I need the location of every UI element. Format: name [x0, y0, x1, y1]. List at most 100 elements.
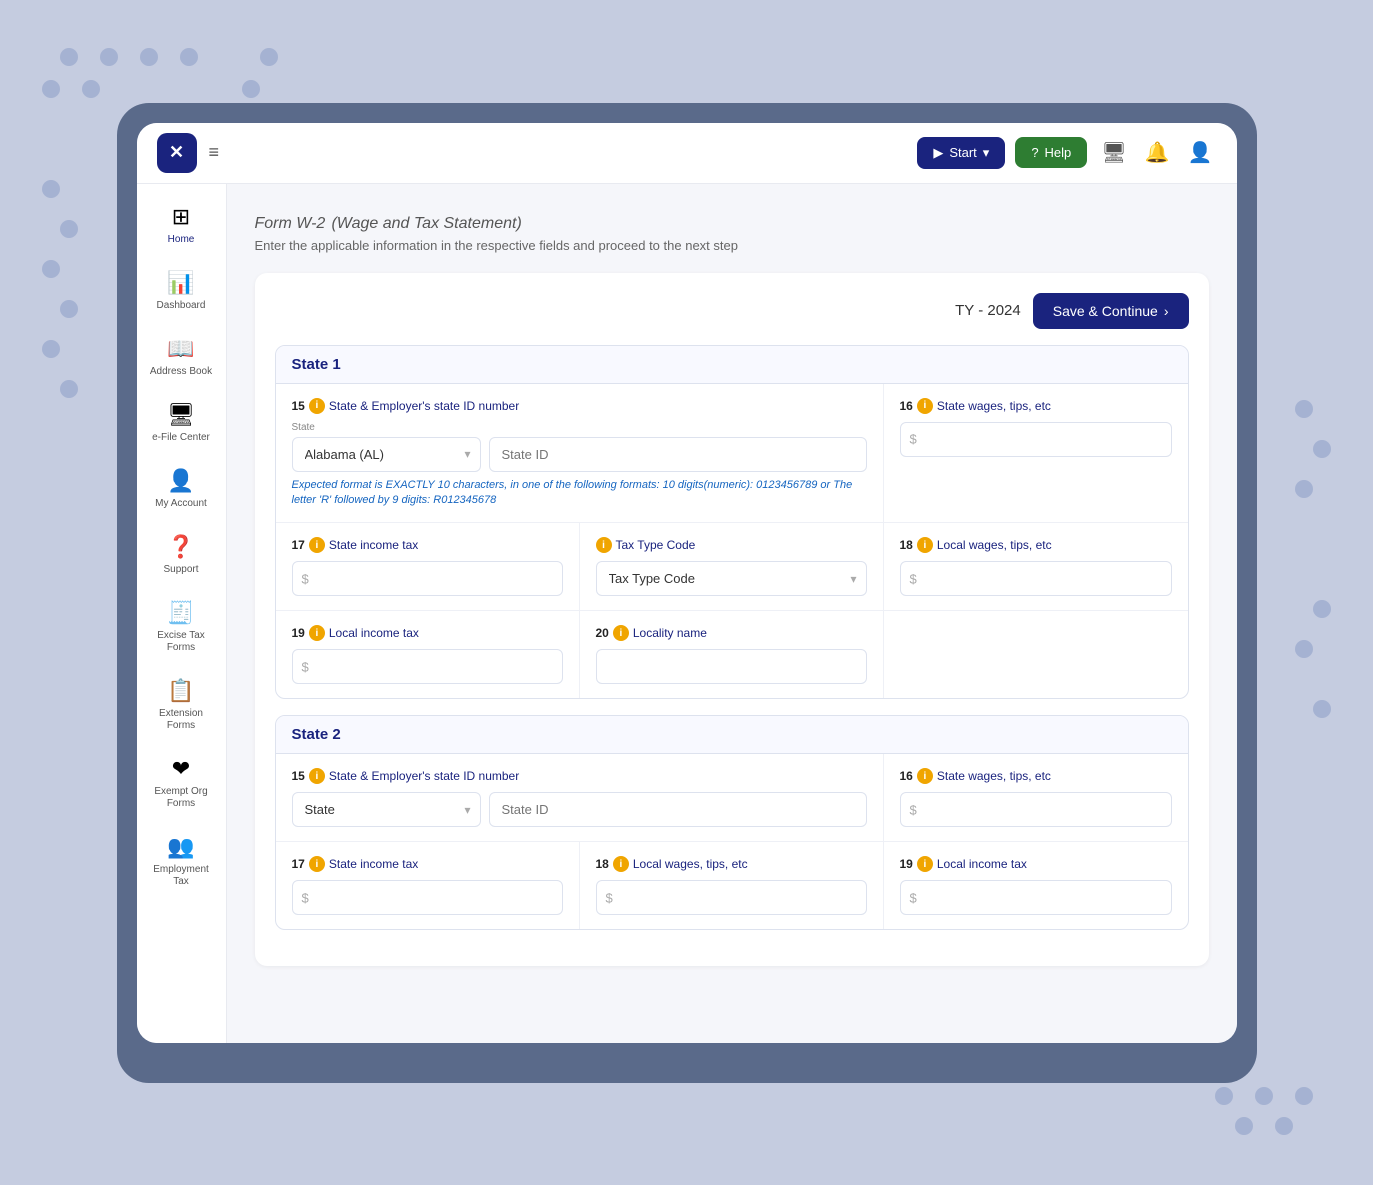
home-icon: ⊞ [172, 204, 190, 230]
sidebar-item-extension-forms[interactable]: 📋 Extension Forms [141, 668, 221, 742]
field15-info-icon[interactable]: i [309, 398, 325, 414]
topbar-right: ▶ Start ▾ ? Help 🖥 🔔 👤 [917, 136, 1216, 169]
help-label: Help [1045, 145, 1072, 160]
state1-taxtype-select-wrap: Tax Type Code ▾ [596, 561, 867, 596]
state2-state-id-group: State ▾ [292, 792, 867, 827]
page-title-italic: (Wage and Tax Statement) [331, 215, 521, 232]
state2-field16-input-wrap: $ [900, 792, 1172, 827]
state1-stateid-input[interactable] [489, 437, 867, 472]
state1-field20-label: 20 i Locality name [596, 625, 867, 641]
state2-field15-label: 15 i State & Employer's state ID number [292, 768, 867, 784]
sidebar-item-my-account[interactable]: 👤 My Account [141, 458, 221, 520]
efile-icon: 🖥 [167, 402, 195, 428]
help-button[interactable]: ? Help [1015, 137, 1087, 168]
sidebar-label-dashboard: Dashboard [157, 300, 206, 312]
state1-field18-label: 18 i Local wages, tips, etc [900, 537, 1172, 553]
state1-field16-input[interactable] [900, 422, 1172, 457]
state2-field17-info-icon[interactable]: i [309, 856, 325, 872]
state2-field19-info-icon[interactable]: i [917, 856, 933, 872]
field17-info-icon[interactable]: i [309, 537, 325, 553]
state1-field20-cell: 20 i Locality name [580, 611, 884, 698]
sidebar-label-exempt-org: Exempt Org Forms [149, 786, 213, 810]
field19-label-text: Local income tax [329, 626, 419, 640]
state2-body: 15 i State & Employer's state ID number [276, 754, 1188, 929]
state2-field18-label-text: Local wages, tips, etc [633, 857, 748, 871]
state1-taxtype-cell: i Tax Type Code Tax Type Code ▾ [580, 523, 884, 610]
inner-app: ✕ ≡ ▶ Start ▾ ? Help 🖥 🔔 👤 [137, 123, 1237, 1043]
state1-field19-input[interactable] [292, 649, 563, 684]
sidebar-item-exempt-org[interactable]: ❤ Exempt Org Forms [141, 746, 221, 820]
field18-info-icon[interactable]: i [917, 537, 933, 553]
state2-field16-num: 16 [900, 769, 913, 783]
state2-field18-num: 18 [596, 857, 609, 871]
state2-field17-dollar: $ [302, 890, 309, 905]
account-icon: 👤 [167, 468, 194, 494]
notification-icon[interactable]: 🔔 [1141, 136, 1174, 169]
field20-label-text: Locality name [633, 626, 707, 640]
sidebar-label-support: Support [163, 564, 198, 576]
state1-taxtype-label: i Tax Type Code [596, 537, 867, 553]
state2-field16-info-icon[interactable]: i [917, 768, 933, 784]
state1-field19-label: 19 i Local income tax [292, 625, 563, 641]
state2-field15-info-icon[interactable]: i [309, 768, 325, 784]
state2-header: State 2 [276, 716, 1188, 754]
state2-field17-input[interactable] [292, 880, 563, 915]
sidebar-item-efile-center[interactable]: 🖥 e-File Center [141, 392, 221, 454]
state2-field19-label-text: Local income tax [937, 857, 1027, 871]
state1-field15-cell: 15 i State & Employer's state ID number … [276, 384, 884, 523]
state1-taxtype-select[interactable]: Tax Type Code [596, 561, 867, 596]
save-continue-button[interactable]: Save & Continue › [1033, 293, 1189, 329]
start-button[interactable]: ▶ Start ▾ [917, 137, 1005, 169]
state1-field17-input-wrap: $ [292, 561, 563, 596]
sidebar-item-support[interactable]: ❓ Support [141, 524, 221, 586]
support-icon: ❓ [167, 534, 194, 560]
state1-field17-label: 17 i State income tax [292, 537, 563, 553]
state2-stateid-input[interactable] [489, 792, 867, 827]
state2-field18-input[interactable] [596, 880, 867, 915]
sidebar-label-address-book: Address Book [150, 366, 212, 378]
state2-field19-input-wrap: $ [900, 880, 1172, 915]
state1-field19-input-wrap: $ [292, 649, 563, 684]
sidebar-item-dashboard[interactable]: 📊 Dashboard [141, 260, 221, 322]
sidebar-label-account: My Account [155, 498, 207, 510]
sidebar-item-address-book[interactable]: 📖 Address Book [141, 326, 221, 388]
state2-field19-num: 19 [900, 857, 913, 871]
state2-field19-input[interactable] [900, 880, 1172, 915]
monitor-icon[interactable]: 🖥 [1097, 136, 1130, 169]
save-continue-label: Save & Continue [1053, 303, 1158, 319]
state2-field17-num: 17 [292, 857, 305, 871]
state2-section: State 2 15 i State & Employer's state ID… [275, 715, 1189, 930]
state1-field16-label: 16 i State wages, tips, etc [900, 398, 1172, 414]
state1-section: State 1 15 i State & Employer's state ID… [275, 345, 1189, 700]
state2-field19-label: 19 i Local income tax [900, 856, 1172, 872]
sidebar-item-employment-tax[interactable]: 👥 Employment Tax [141, 824, 221, 898]
state2-field16-cell: 16 i State wages, tips, etc $ [884, 754, 1188, 841]
state1-stateid-wrap [489, 422, 867, 472]
excise-tax-icon: 🧾 [167, 600, 194, 626]
field20-info-icon[interactable]: i [613, 625, 629, 641]
hamburger-icon[interactable]: ≡ [209, 142, 220, 163]
field17-label-text: State income tax [329, 538, 418, 552]
start-icon: ▶ [933, 145, 943, 161]
field19-info-icon[interactable]: i [309, 625, 325, 641]
state2-field18-info-icon[interactable]: i [613, 856, 629, 872]
field16-info-icon[interactable]: i [917, 398, 933, 414]
sidebar-label-efile: e-File Center [152, 432, 210, 444]
state2-field17-label-text: State income tax [329, 857, 418, 871]
taxtype-info-icon[interactable]: i [596, 537, 612, 553]
state2-field17-cell: 17 i State income tax $ [276, 842, 580, 929]
state1-field20-input[interactable] [596, 649, 867, 684]
state2-state-select[interactable]: State [292, 792, 481, 827]
state2-field16-input[interactable] [900, 792, 1172, 827]
page-title: Form W-2 (Wage and Tax Statement) [255, 208, 1209, 234]
sidebar-item-home[interactable]: ⊞ Home [141, 194, 221, 256]
field15-num: 15 [292, 399, 305, 413]
sidebar-item-excise-tax[interactable]: 🧾 Excise Tax Forms [141, 590, 221, 664]
state1-field17-input[interactable] [292, 561, 563, 596]
state1-state-select[interactable]: Alabama (AL) [292, 437, 481, 472]
state2-field16-label-text: State wages, tips, etc [937, 769, 1051, 783]
state1-field17-cell: 17 i State income tax $ [276, 523, 580, 610]
form-card: TY - 2024 Save & Continue › State 1 [255, 273, 1209, 967]
state1-field18-input[interactable] [900, 561, 1172, 596]
user-avatar-icon[interactable]: 👤 [1184, 136, 1217, 169]
